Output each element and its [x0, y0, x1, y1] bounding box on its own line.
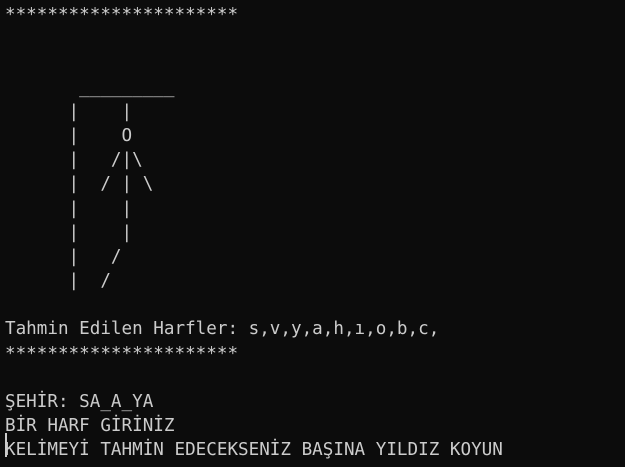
text-cursor[interactable] [5, 433, 7, 457]
separator-line-top: ********************** [5, 5, 239, 25]
hangman-body-upper: | | [5, 198, 133, 219]
hangman-leg-upper: | / [5, 246, 122, 267]
guessed-letters-line: Tahmin Edilen Harfler: s,v,y,a,h,ı,o,b,c… [5, 319, 440, 340]
city-word-line: ŞEHİR: SA_A_YA [5, 392, 154, 412]
hangman-arms-upper: | /|\ [5, 150, 143, 171]
guess-word-instruction: KELİMEYİ TAHMİN EDECEKSENİZ BAŞINA YILDI… [5, 440, 503, 461]
hangman-body-lower: | | [5, 222, 133, 243]
hangman-leg-lower: | / [5, 271, 111, 292]
hangman-arms-lower: | / | \ [5, 174, 154, 195]
console-window[interactable]: ********************** _________ | | | O… [0, 0, 625, 467]
gallows-top-beam: _________ [5, 77, 175, 98]
enter-letter-prompt: BİR HARF GİRİNİZ [5, 416, 175, 437]
gallows-rope: | | [5, 101, 133, 122]
hangman-head: | O [5, 125, 133, 146]
separator-line-bottom: ********************** [5, 343, 239, 364]
